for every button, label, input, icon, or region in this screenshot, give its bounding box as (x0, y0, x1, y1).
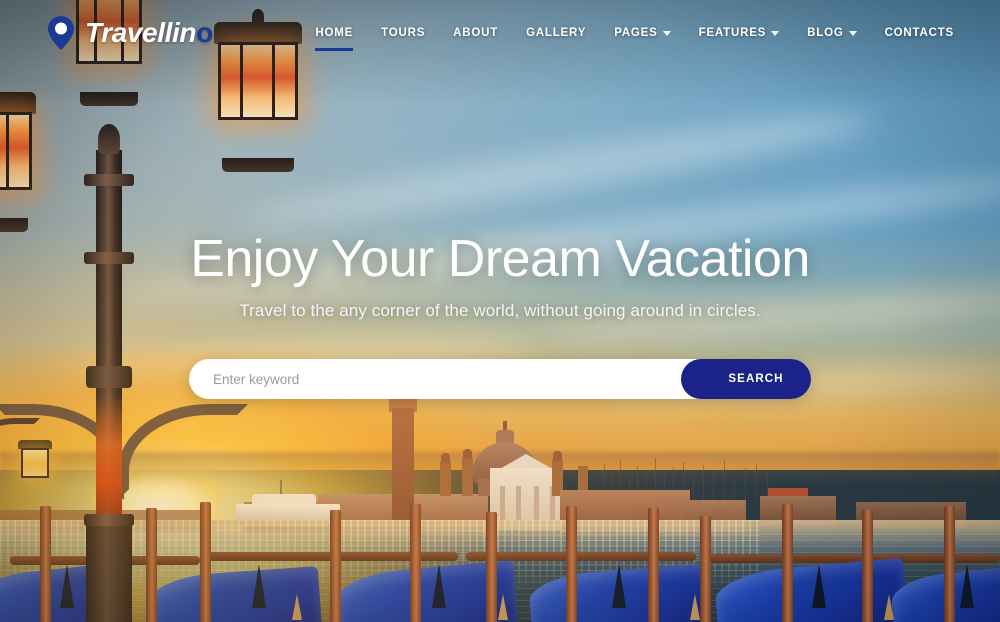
lamp-scroll-arm (118, 404, 248, 500)
lamp-finial (98, 124, 120, 154)
mooring-pole (944, 506, 955, 622)
nav-item-home[interactable]: HOME (301, 21, 367, 51)
main-navigation: HOME TOURS ABOUT GALLERY PAGES FEATURES … (301, 21, 968, 51)
gondola-prow (960, 564, 974, 608)
nav-item-gallery[interactable]: GALLERY (512, 21, 600, 45)
search-input[interactable] (189, 359, 701, 400)
nav-label: HOME (315, 27, 354, 39)
turret (440, 453, 451, 496)
nav-label: CONTACTS (884, 27, 954, 39)
nav-item-tours[interactable]: TOURS (367, 21, 439, 45)
mooring-pole (648, 508, 659, 622)
brand-name: Travellino (85, 19, 213, 47)
map-pin-icon (48, 16, 74, 50)
nav-item-blog[interactable]: BLOG (793, 21, 870, 45)
nav-label: GALLERY (526, 27, 587, 39)
chevron-down-icon (848, 31, 857, 36)
lantern-foot (222, 158, 294, 172)
hero-background-photo (0, 0, 1000, 622)
lantern-hood (0, 92, 36, 114)
lantern-bar (6, 112, 9, 190)
mooring-pole (566, 506, 577, 622)
mooring-pole (330, 510, 341, 622)
lantern-foot (0, 218, 28, 232)
nav-item-features[interactable]: FEATURES (685, 21, 794, 45)
nav-label: PAGES (614, 27, 658, 39)
hero-search-bar: SEARCH (189, 359, 811, 400)
gondola-prow (612, 564, 626, 608)
small-lantern-glass (21, 448, 49, 478)
lamp-ring (84, 174, 134, 186)
nav-label: TOURS (381, 27, 426, 39)
lantern-foot (80, 92, 138, 106)
mooring-pole (410, 504, 421, 622)
chevron-down-icon (662, 31, 671, 36)
nav-item-contacts[interactable]: CONTACTS (871, 21, 968, 45)
nav-label: BLOG (807, 27, 844, 39)
mooring-pole (486, 512, 497, 622)
gondola-oar (690, 594, 700, 620)
gondola-prow (812, 564, 826, 608)
nav-item-pages[interactable]: PAGES (600, 21, 684, 45)
venetian-street-lamp (0, 0, 330, 622)
nav-label: ABOUT (453, 27, 499, 39)
page-root: Travellino HOME TOURS ABOUT GALLERY PAGE… (0, 0, 1000, 622)
gondola-oar (884, 594, 894, 620)
brand-logo[interactable]: Travellino (46, 15, 213, 51)
nav-item-about[interactable]: ABOUT (439, 21, 512, 45)
mooring-rail (466, 552, 696, 561)
mooring-pole (782, 504, 793, 622)
lamp-lantern (0, 92, 36, 232)
nav-label: FEATURES (698, 27, 767, 39)
gondola-prow (432, 564, 446, 608)
lamp-ring (84, 514, 134, 526)
lamp-collar (86, 366, 132, 388)
lamp-ring (84, 252, 134, 264)
brand-accent-char: o (196, 17, 213, 48)
mooring-pole (700, 516, 711, 622)
search-button[interactable]: SEARCH (681, 359, 811, 400)
small-lantern (18, 440, 52, 486)
brand-name-text: Travellin (85, 17, 197, 48)
chevron-down-icon (771, 31, 780, 36)
gondola (713, 557, 909, 622)
mooring-pole (862, 510, 873, 622)
lantern-glass (0, 112, 32, 190)
lamp-base (86, 520, 132, 622)
site-header: Travellino HOME TOURS ABOUT GALLERY PAGE… (0, 0, 1000, 66)
gondola-oar (498, 594, 508, 620)
